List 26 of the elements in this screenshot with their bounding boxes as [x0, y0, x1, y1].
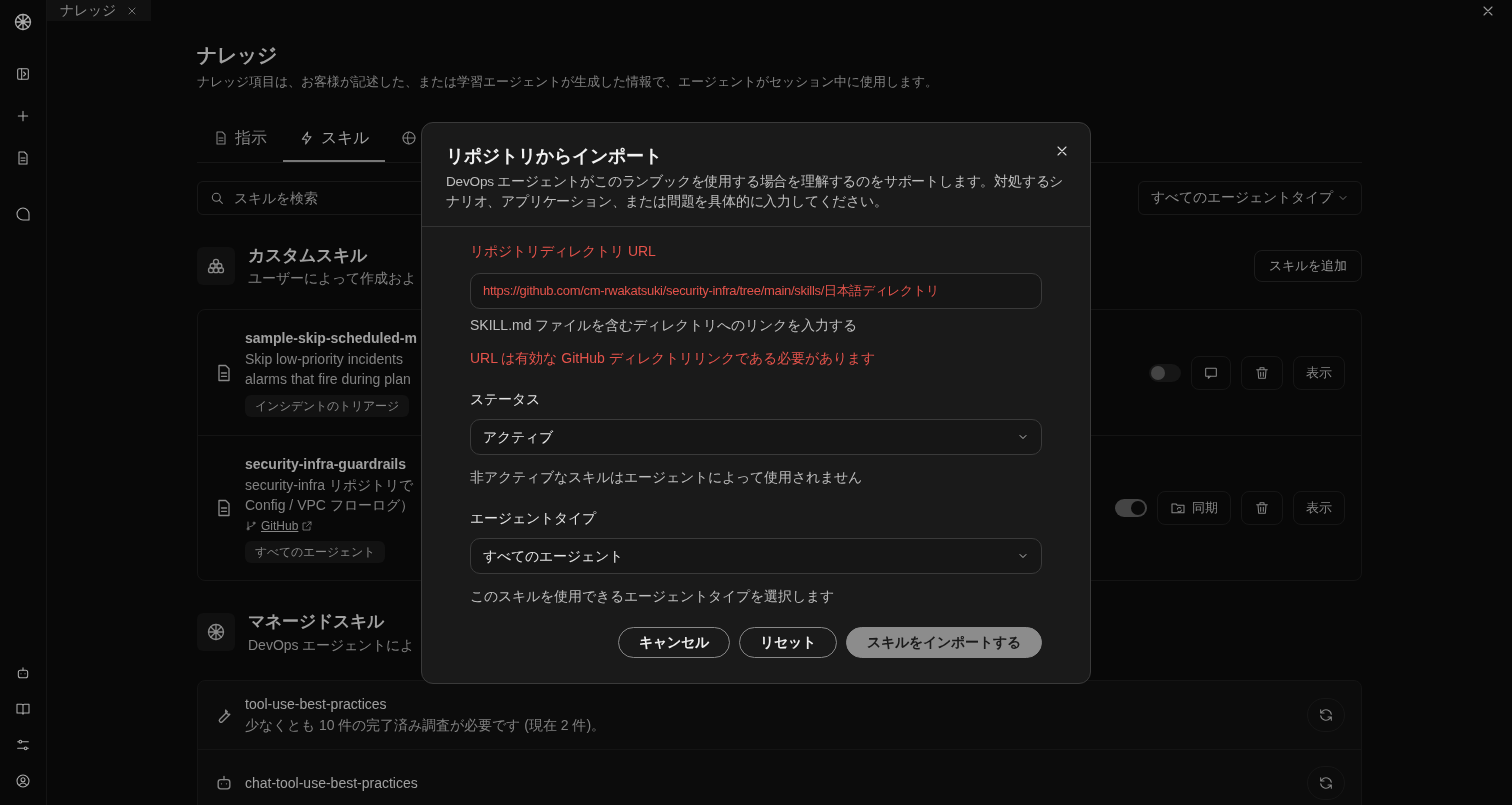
tag: すべてのエージェント	[245, 540, 385, 563]
skill-name: sample-skip-scheduled-m	[245, 329, 417, 348]
section-title: マネージドスキル	[248, 611, 384, 633]
help-text: このスキルを使用できるエージェントタイプを選択します	[470, 587, 834, 606]
skill-name: security-infra-guardrails	[245, 454, 407, 474]
dialog-title: リポジトリからインポート	[446, 145, 662, 168]
skill-description: alarms that fire during plan	[245, 370, 411, 389]
skill-description: Config / VPC フローログ）	[245, 495, 414, 515]
page-title: ナレッジ	[197, 43, 277, 68]
section-description: DevOps エージェントによ	[248, 635, 415, 655]
section-title: カスタムスキル	[248, 244, 367, 267]
section-description: ユーザーによって作成およ	[248, 269, 416, 288]
field-label: エージェントタイプ	[470, 509, 596, 528]
help-text: 非アクティブなスキルはエージェントによって使用されません	[470, 468, 862, 487]
skill-name: tool-use-best-practices	[245, 694, 387, 714]
skill-description: Skip low-priority incidents	[245, 350, 403, 369]
field-label: リポジトリディレクトリ URL	[470, 242, 656, 261]
page-description: ナレッジ項目は、お客様が記述した、または学習エージェントが生成した情報で、エージェントがセッション中に使用します。	[197, 73, 938, 91]
field-label: ステータス	[470, 390, 540, 409]
help-text: SKILL.md ファイルを含むディレクトリへのリンクを入力する	[470, 316, 858, 335]
skill-description: security-infra リポジトリで	[245, 475, 414, 495]
dialog-description: DevOps エージェントがこのランブックを使用する場合を理解するのをサポートします。対処するシナリオ、アプリケーション、または問題を具体的に入力してください。	[446, 173, 1065, 211]
error-message: URL は有効な GitHub ディレクトリリンクである必要があります	[470, 349, 875, 368]
tag: インシデントのトリアージ	[245, 395, 409, 417]
skill-description: 少なくとも 10 件の完了済み調査が必要です (現在 2 件)。	[245, 715, 606, 735]
skill-name: chat-tool-use-best-practices	[245, 773, 418, 793]
